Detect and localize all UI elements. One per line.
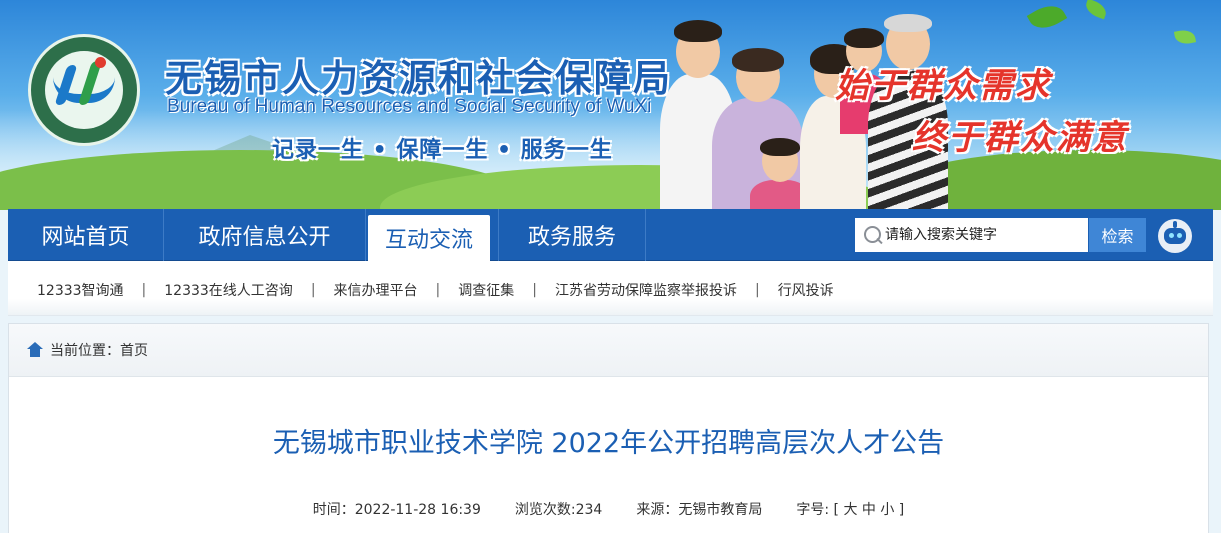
breadcrumb-home-link[interactable]: 首页 xyxy=(120,340,148,360)
home-icon xyxy=(26,342,44,358)
link-labor-complaint[interactable]: 江苏省劳动保障监察举报投诉 xyxy=(555,280,737,300)
article-source: 来源：无锡市教育局 xyxy=(636,502,763,518)
breadcrumb: 当前位置： 首页 xyxy=(9,324,1208,377)
bureau-logo[interactable] xyxy=(28,34,140,146)
search-input[interactable] xyxy=(885,227,1080,243)
header-banner: 无锡市人力资源和社会保障局 Bureau of Human Resources … xyxy=(0,0,1221,210)
site-motto: 记录一生 • 保障一生 • 服务一生 xyxy=(272,138,613,163)
font-large-button[interactable]: 大 xyxy=(843,502,857,518)
search-button[interactable]: 检索 xyxy=(1089,218,1146,252)
divider: | xyxy=(435,282,441,298)
main-nav: 网站首页 政府信息公开 互动交流 政务服务 检索 xyxy=(8,209,1213,261)
leaf-graphic xyxy=(1083,0,1109,20)
tab-home[interactable]: 网站首页 xyxy=(8,209,164,261)
view-count: 浏览次数:234 xyxy=(514,502,603,518)
search-box xyxy=(855,218,1088,252)
tab-gov-info[interactable]: 政府信息公开 xyxy=(164,209,366,261)
quick-links-bar: 12333智询通 | 12333在线人工咨询 | 来信办理平台 | 调查征集 |… xyxy=(8,261,1213,316)
publish-time: 时间：2022-11-28 16:39 xyxy=(312,502,481,518)
link-letter-platform[interactable]: 来信办理平台 xyxy=(334,280,418,300)
font-small-button[interactable]: 小 xyxy=(880,502,894,518)
article-title: 无锡城市职业技术学院 2022年公开招聘高层次人才公告 xyxy=(272,428,945,459)
slogan-line2: 终于群众满意 xyxy=(912,118,1128,158)
divider: | xyxy=(310,282,316,298)
leaf-graphic xyxy=(1173,28,1197,46)
leaf-graphic xyxy=(1026,0,1068,36)
link-survey[interactable]: 调查征集 xyxy=(458,280,514,300)
link-12333-zhixuntong[interactable]: 12333智询通 xyxy=(37,280,124,300)
divider: | xyxy=(532,282,537,298)
logo-icon xyxy=(45,51,123,129)
tab-gov-services[interactable]: 政务服务 xyxy=(498,209,646,261)
site-subtitle: Bureau of Human Resources and Social Sec… xyxy=(167,96,652,117)
article-meta: 时间：2022-11-28 16:39 浏览次数:234 来源：无锡市教育局 字… xyxy=(9,499,1208,519)
divider: | xyxy=(754,282,760,298)
font-size-control: 字号: [ 大 中 小 ] xyxy=(796,502,905,518)
tab-interaction[interactable]: 互动交流 xyxy=(368,215,490,261)
site-title: 无锡市人力资源和社会保障局 xyxy=(165,57,672,100)
robot-assistant-icon[interactable] xyxy=(1158,219,1192,253)
link-12333-online-consult[interactable]: 12333在线人工咨询 xyxy=(164,280,293,300)
breadcrumb-prefix: 当前位置： xyxy=(50,343,120,359)
divider: | xyxy=(141,282,147,298)
font-medium-button[interactable]: 中 xyxy=(862,502,876,518)
article-panel: 当前位置： 首页 无锡城市职业技术学院 2022年公开招聘高层次人才公告 时间：… xyxy=(8,323,1209,533)
slogan-line1: 始于群众需求 xyxy=(835,66,1051,106)
link-conduct-complaint[interactable]: 行风投诉 xyxy=(778,280,834,300)
search-icon xyxy=(855,218,885,252)
